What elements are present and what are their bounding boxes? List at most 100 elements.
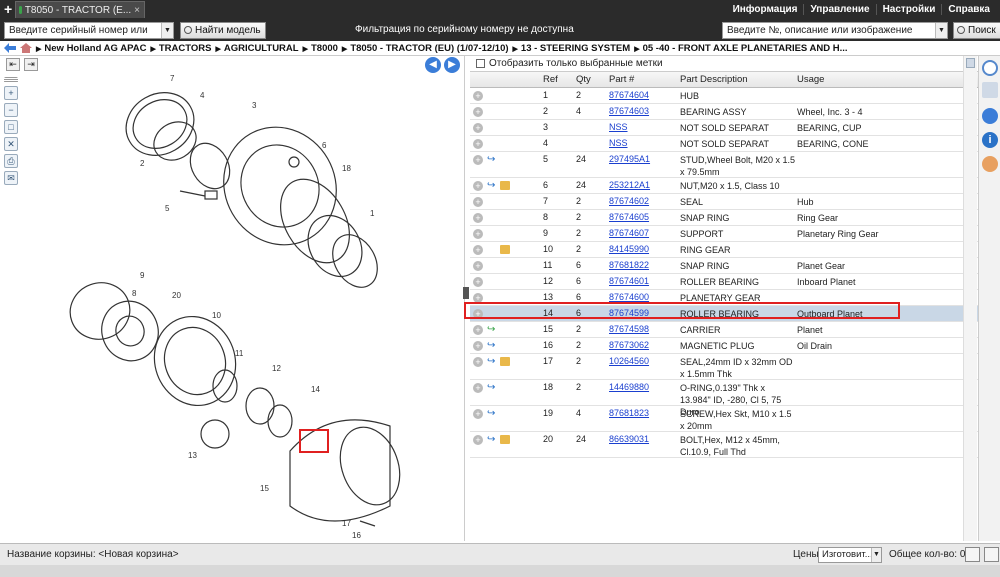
table-row[interactable]: +8 2 87674605 SNAP RING Ring Gear: [470, 210, 978, 226]
exploded-parts-diagram[interactable]: 7 4 2 3 6 18 5 1 9 8 20 10 11 12 14 13 1…: [30, 66, 460, 541]
find-model-button[interactable]: Найти модель: [180, 22, 266, 39]
cart-name-value[interactable]: <Новая корзина>: [98, 549, 178, 560]
add-to-cart-icon[interactable]: +: [473, 277, 483, 287]
row-part-number[interactable]: 87674600: [609, 292, 649, 302]
home-icon[interactable]: [20, 43, 32, 53]
callout-3[interactable]: 3: [252, 101, 257, 110]
callout-11[interactable]: 11: [235, 349, 244, 358]
add-to-cart-icon[interactable]: +: [473, 435, 483, 445]
table-row[interactable]: + ↪ 19 4 87681823 SCREW,Hex Skt, M10 x 1.5 x …: [470, 406, 978, 432]
email-icon[interactable]: ✉: [4, 171, 18, 185]
row-part-number[interactable]: NSS: [609, 138, 628, 148]
row-part-number[interactable]: NSS: [609, 122, 628, 132]
callout-10[interactable]: 10: [212, 311, 221, 320]
callout-13[interactable]: 13: [188, 451, 197, 460]
row-part-number[interactable]: 87674602: [609, 196, 649, 206]
link-arrow-icon[interactable]: ↪: [487, 155, 497, 165]
row-part-number[interactable]: 84145990: [609, 244, 649, 254]
zoom-in-icon[interactable]: +: [4, 86, 18, 100]
add-to-cart-icon[interactable]: +: [473, 261, 483, 271]
add-to-cart-icon[interactable]: +: [473, 245, 483, 255]
menu-help[interactable]: Справка: [941, 4, 996, 15]
table-row[interactable]: + ↪ 6 24 253212A1 NUT,M20 x 1.5, Class 10: [470, 178, 978, 194]
table-row[interactable]: + ↪ 17 2 10264560 SEAL,24mm ID x 32mm OD x 1.…: [470, 354, 978, 380]
add-to-cart-icon[interactable]: +: [473, 155, 483, 165]
table-row[interactable]: + ↪ 5 24 297495A1 STUD,Wheel Bolt, M20 x 1.5 …: [470, 152, 978, 178]
grip-icon[interactable]: [4, 77, 18, 83]
link-arrow-icon[interactable]: ↪: [487, 383, 497, 393]
add-to-cart-icon[interactable]: +: [473, 229, 483, 239]
scrollbar-thumb[interactable]: [966, 58, 975, 68]
row-part-number[interactable]: 87674601: [609, 276, 649, 286]
row-part-number[interactable]: 10264560: [609, 356, 649, 366]
callout-9[interactable]: 9: [140, 271, 145, 280]
row-part-number[interactable]: 253212A1: [609, 180, 650, 190]
callout-1[interactable]: 1: [370, 209, 375, 218]
crumb-tractors[interactable]: TRACTORS: [150, 43, 212, 54]
callout-17[interactable]: 17: [342, 519, 351, 528]
menu-info[interactable]: Информация: [727, 4, 804, 15]
crumb-steering[interactable]: 13 - STEERING SYSTEM: [513, 43, 630, 54]
chevron-down-icon[interactable]: ▼: [871, 548, 881, 562]
fit-icon[interactable]: □: [4, 120, 18, 134]
kit-box-icon[interactable]: [500, 357, 510, 366]
row-part-number[interactable]: 14469880: [609, 382, 649, 392]
callout-12[interactable]: 12: [272, 364, 281, 373]
callout-7[interactable]: 7: [170, 74, 175, 83]
table-row[interactable]: +1 2 87674604 HUB: [470, 88, 978, 104]
prices-select[interactable]: Изготовит... ▼: [818, 547, 882, 563]
add-to-cart-icon[interactable]: +: [473, 213, 483, 223]
crumb-agricultural[interactable]: AGRICULTURAL: [215, 43, 299, 54]
zoom-out-icon[interactable]: −: [4, 103, 18, 117]
add-to-cart-icon[interactable]: +: [473, 383, 483, 393]
callout-5[interactable]: 5: [165, 204, 170, 213]
serial-model-select[interactable]: Введите серийный номер или модель ▼: [4, 22, 174, 51]
pane-splitter[interactable]: [463, 287, 469, 299]
crumb-t8000[interactable]: T8000: [303, 43, 338, 54]
list-icon[interactable]: [982, 82, 998, 98]
add-to-cart-icon[interactable]: +: [473, 139, 483, 149]
search-icon[interactable]: [982, 60, 998, 76]
link-arrow-icon[interactable]: ↪: [487, 341, 497, 351]
add-to-cart-icon[interactable]: +: [473, 91, 483, 101]
col-usage-header[interactable]: Usage: [797, 74, 957, 85]
table-row[interactable]: +11 6 87681822 SNAP RING Planet Gear: [470, 258, 978, 274]
row-part-number[interactable]: 297495A1: [609, 154, 650, 164]
link-arrow-icon[interactable]: ↪: [487, 409, 497, 419]
link-arrow-icon[interactable]: ↪: [487, 435, 497, 445]
row-part-number[interactable]: 87674604: [609, 90, 649, 100]
table-row[interactable]: +3 NSS NOT SOLD SEPARAT BEARING, CUP: [470, 120, 978, 136]
row-part-number[interactable]: 87681823: [609, 408, 649, 418]
table-row[interactable]: +2 4 87674603 BEARING ASSY Wheel, Inc. 3 - 4: [470, 104, 978, 120]
table-row[interactable]: +9 2 87674607 SUPPORT Planetary Ring Gear: [470, 226, 978, 242]
info-icon[interactable]: i: [982, 132, 998, 148]
table-row[interactable]: + ↪ 18 2 14469880 O-RING,0.139" Thk x 13.984"…: [470, 380, 978, 417]
callout-8[interactable]: 8: [132, 289, 137, 298]
tab-active[interactable]: T8050 - TRACTOR (E... ×: [15, 1, 145, 18]
add-to-cart-icon[interactable]: +: [473, 409, 483, 419]
table-scrollbar[interactable]: [963, 56, 977, 541]
crumb-front-axle[interactable]: 05 -40 - FRONT AXLE PLANETARIES AND H...: [634, 43, 848, 54]
callout-15[interactable]: 15: [260, 484, 269, 493]
replacement-arrow-icon[interactable]: ↪: [487, 325, 497, 335]
search-button[interactable]: Поиск: [953, 22, 1000, 39]
new-tab-button[interactable]: +: [4, 1, 12, 17]
callout-14[interactable]: 14: [311, 385, 320, 394]
clear-selection-icon[interactable]: ✕: [4, 137, 18, 151]
col-qty-header[interactable]: Qty: [576, 74, 591, 85]
cart-icon[interactable]: [984, 547, 999, 562]
row-part-number[interactable]: 87674607: [609, 228, 649, 238]
menu-manage[interactable]: Управление: [803, 4, 875, 15]
part-search-select[interactable]: Введите №, описание или изображение дета…: [722, 22, 948, 51]
close-tab-icon[interactable]: ×: [134, 5, 140, 16]
menu-settings[interactable]: Настройки: [875, 4, 942, 15]
col-ref-header[interactable]: Ref: [543, 74, 558, 85]
add-to-cart-icon[interactable]: +: [473, 123, 483, 133]
kit-box-icon[interactable]: [500, 181, 510, 190]
print-icon[interactable]: ⎙: [4, 154, 18, 168]
callout-20[interactable]: 20: [172, 291, 181, 300]
table-row[interactable]: +7 2 87674602 SEAL Hub: [470, 194, 978, 210]
kit-box-icon[interactable]: [500, 435, 510, 444]
add-to-cart-icon[interactable]: +: [473, 357, 483, 367]
callout-4[interactable]: 4: [200, 91, 205, 100]
